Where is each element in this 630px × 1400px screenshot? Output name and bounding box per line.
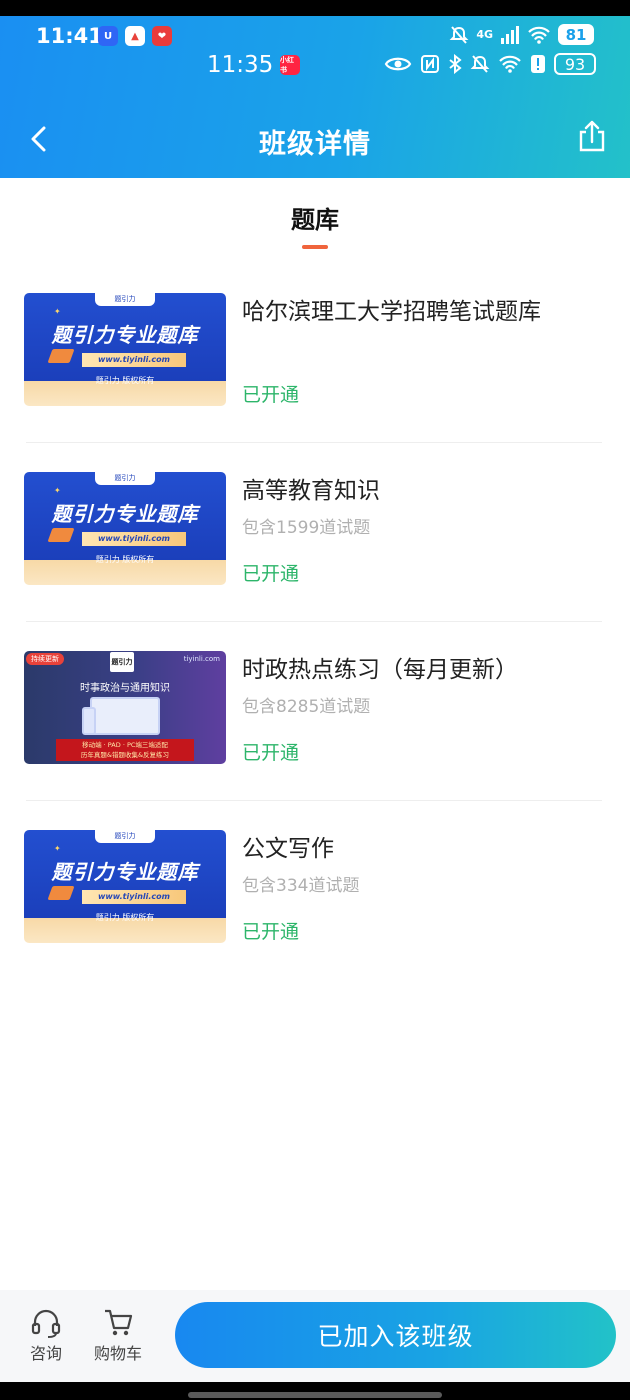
course-thumbnail: 题引力 ✦ 题引力专业题库 www.tiyinli.com 题引力 版权所有 [24, 472, 226, 585]
item-info: 高等教育知识 包含1599道试题 已开通 [242, 471, 610, 585]
item-name: 哈尔滨理工大学招聘笔试题库 [242, 299, 541, 325]
status-icons-inner: 93 [384, 53, 596, 75]
thumb-url: www.tiyinli.com [82, 890, 186, 904]
book-icon [47, 349, 75, 363]
list-item[interactable]: 持续更新 题引力 tiyinli.com 时事政治与通用知识 移动端 · PAD… [0, 622, 630, 801]
item-status: 已开通 [242, 742, 300, 764]
nav-bar: 班级详情 [0, 110, 630, 166]
thumb-chip: 持续更新 [26, 653, 64, 665]
status-time-outer: 11:41 [36, 24, 103, 48]
laptop-illustration [90, 697, 160, 735]
book-icon [47, 886, 75, 900]
eye-icon [384, 57, 412, 71]
item-info: 公文写作 包含334道试题 已开通 [242, 829, 610, 943]
status-icons-outer: 4G 81 [449, 24, 594, 45]
headset-icon [31, 1309, 61, 1338]
item-status: 已开通 [242, 921, 300, 943]
item-name: 时政热点练习（每月更新） [242, 657, 518, 683]
header: 11:41 U ▲ ❤ 4G 81 11:35 小红书 93 班级详情 [0, 16, 630, 178]
thumb-logo: 题引力 [110, 652, 134, 672]
item-info: 哈尔滨理工大学招聘笔试题库 已开通 [242, 292, 610, 406]
item-status: 已开通 [242, 563, 300, 585]
list-item[interactable]: 题引力 ✦ 题引力专业题库 www.tiyinli.com 题引力 版权所有 公… [0, 801, 630, 980]
list-item[interactable]: 题引力 ✦ 题引力专业题库 www.tiyinli.com 题引力 版权所有 哈… [0, 264, 630, 443]
status-bar-inner: 11:35 小红书 93 [0, 50, 630, 80]
consult-button[interactable]: 咨询 [16, 1308, 76, 1364]
app-icon-blue: U [98, 26, 118, 46]
tab-underline [302, 245, 328, 249]
thumb-copyright: 题引力 版权所有 [95, 555, 155, 564]
app-icon-red2: ❤ [152, 26, 172, 46]
alert-icon [531, 55, 545, 73]
thumb-brand: 题引力专业题库 [51, 502, 199, 526]
list-item[interactable]: 题引力 ✦ 题引力专业题库 www.tiyinli.com 题引力 版权所有 高… [0, 443, 630, 622]
item-status: 已开通 [242, 384, 300, 406]
joined-class-button[interactable]: 已加入该班级 [175, 1302, 616, 1368]
bluetooth-icon [449, 54, 462, 74]
thumb-headline: 时事政治与通用知识 [80, 683, 170, 694]
home-indicator[interactable] [188, 1392, 442, 1398]
status-bar-outer: 11:41 U ▲ ❤ 4G 81 [0, 22, 630, 48]
bottom-action-bar: 咨询 购物车 已加入该班级 [0, 1290, 630, 1382]
thumb-logo: 题引力 [95, 472, 155, 485]
consult-label: 咨询 [29, 1344, 62, 1363]
wifi-icon-2 [499, 55, 521, 73]
mute-bell-icon-2 [470, 55, 490, 73]
wifi-icon [528, 26, 550, 44]
thumb-url: www.tiyinli.com [82, 532, 186, 546]
thumb-brand: 题引力专业题库 [51, 323, 199, 347]
banner-line-1: 移动端 · PAD · PC端三端适配 [82, 741, 168, 749]
banner-line-2: 历年真题&错题收集&反复练习 [80, 751, 170, 759]
thumb-banner: 移动端 · PAD · PC端三端适配 历年真题&错题收集&反复练习 [56, 739, 194, 761]
cart-button[interactable]: 购物车 [88, 1308, 148, 1364]
tab-question-bank[interactable]: 题库 [0, 200, 630, 249]
item-info: 时政热点练习（每月更新） 包含8285道试题 已开通 [242, 650, 610, 764]
phone-illustration [82, 707, 96, 735]
battery-inner: 93 [554, 53, 596, 75]
question-bank-list: 题引力 ✦ 题引力专业题库 www.tiyinli.com 题引力 版权所有 哈… [0, 264, 630, 980]
share-icon[interactable] [576, 118, 608, 154]
item-name: 公文写作 [242, 836, 334, 862]
app-icon-red: ▲ [125, 26, 145, 46]
course-thumbnail: 题引力 ✦ 题引力专业题库 www.tiyinli.com 题引力 版权所有 [24, 293, 226, 406]
item-count: 包含1599道试题 [242, 518, 371, 538]
nfc-icon [421, 55, 439, 73]
item-count: 包含8285道试题 [242, 697, 371, 717]
xiaohongshu-icon: 小红书 [280, 55, 300, 75]
thumb-site: tiyinli.com [183, 655, 220, 663]
top-bezel [0, 0, 630, 16]
cart-label: 购物车 [93, 1344, 142, 1363]
tab-label: 题库 [291, 206, 339, 234]
star-icon: ✦ [54, 844, 61, 853]
course-thumbnail: 题引力 ✦ 题引力专业题库 www.tiyinli.com 题引力 版权所有 [24, 830, 226, 943]
page-title: 班级详情 [259, 129, 371, 160]
thumb-logo: 题引力 [95, 293, 155, 306]
battery-outer: 81 [558, 24, 594, 45]
thumb-copyright: 题引力 版权所有 [95, 376, 155, 385]
item-count: 包含334道试题 [242, 876, 360, 896]
network-type: 4G [476, 28, 493, 41]
thumb-logo: 题引力 [95, 830, 155, 843]
thumb-brand: 题引力专业题库 [51, 860, 199, 884]
screen: 11:41 U ▲ ❤ 4G 81 11:35 小红书 93 班级详情 题库 题… [0, 0, 630, 1400]
status-time-inner: 11:35 [207, 52, 274, 78]
star-icon: ✦ [54, 307, 61, 316]
cart-icon [105, 1309, 133, 1336]
book-icon [47, 528, 75, 542]
signal-icon [501, 25, 519, 44]
star-icon: ✦ [54, 486, 61, 495]
thumb-copyright: 题引力 版权所有 [95, 913, 155, 922]
item-name: 高等教育知识 [242, 478, 380, 504]
thumb-url: www.tiyinli.com [82, 353, 186, 367]
mute-bell-icon [449, 25, 469, 44]
course-thumbnail: 持续更新 题引力 tiyinli.com 时事政治与通用知识 移动端 · PAD… [24, 651, 226, 764]
